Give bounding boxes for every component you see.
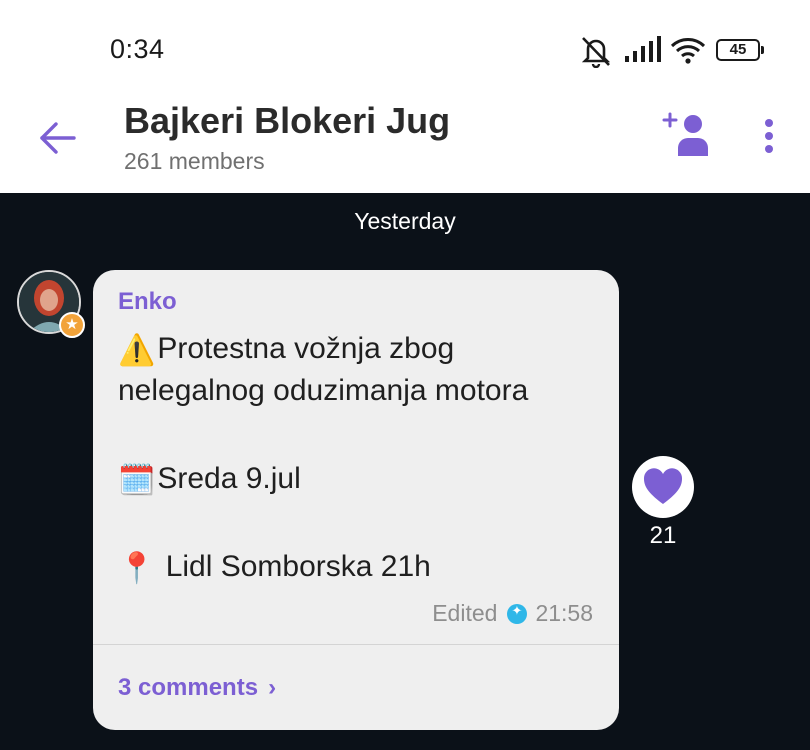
warning-icon: ⚠️	[118, 333, 156, 367]
sparkle-status-icon	[507, 603, 528, 624]
signal-icon	[625, 36, 661, 62]
chevron-right-icon: ›	[268, 674, 277, 701]
member-count: 261 members	[124, 148, 265, 174]
battery-icon: 45	[716, 39, 764, 61]
back-button[interactable]	[36, 116, 80, 160]
status-bar: 0:34 45	[0, 0, 810, 96]
reaction-button[interactable]	[632, 456, 694, 518]
calendar-icon: 🗓️	[118, 463, 156, 497]
message-bubble[interactable]: Enko ⚠️Protestna vožnja zbog nelegalnog …	[93, 270, 619, 730]
add-member-button[interactable]	[660, 110, 712, 160]
comments-link[interactable]: 3 comments ›	[118, 674, 276, 702]
chat-header: Bajkeri Blokeri Jug 261 members	[0, 96, 810, 193]
message-time: 21:58	[535, 600, 593, 626]
reaction-count: 21	[649, 522, 677, 549]
star-badge-icon: ★	[59, 312, 85, 338]
wifi-icon	[670, 38, 706, 64]
message-line: 🗓️Sreda 9.jul	[118, 462, 301, 498]
muted-bell-icon	[581, 37, 611, 68]
message-meta: Edited 21:58	[432, 600, 593, 627]
group-title[interactable]: Bajkeri Blokeri Jug	[124, 100, 450, 142]
sender-name[interactable]: Enko	[118, 288, 177, 316]
message-line: ⚠️Protestna vožnja zbog	[118, 332, 454, 368]
message-line: nelegalnog oduzimanja motora	[118, 374, 528, 408]
status-time: 0:34	[110, 34, 165, 64]
back-arrow-icon	[40, 122, 76, 154]
message-text: Protestna vožnja zbog	[157, 332, 455, 365]
edited-label: Edited	[432, 600, 498, 626]
comments-label: 3 comments	[118, 674, 259, 701]
message-text: Sreda 9.jul	[157, 462, 301, 495]
message-text: nelegalnog oduzimanja motora	[118, 374, 529, 407]
more-options-button[interactable]	[754, 116, 784, 156]
add-member-icon	[662, 112, 708, 156]
heart-icon	[643, 468, 683, 504]
divider	[93, 644, 619, 645]
message-text: Lidl Somborska 21h	[157, 550, 431, 583]
more-vertical-icon	[765, 119, 773, 153]
date-separator: Yesterday	[354, 208, 456, 234]
pin-icon: 📍	[118, 551, 156, 585]
message-line: 📍 Lidl Somborska 21h	[118, 550, 431, 586]
